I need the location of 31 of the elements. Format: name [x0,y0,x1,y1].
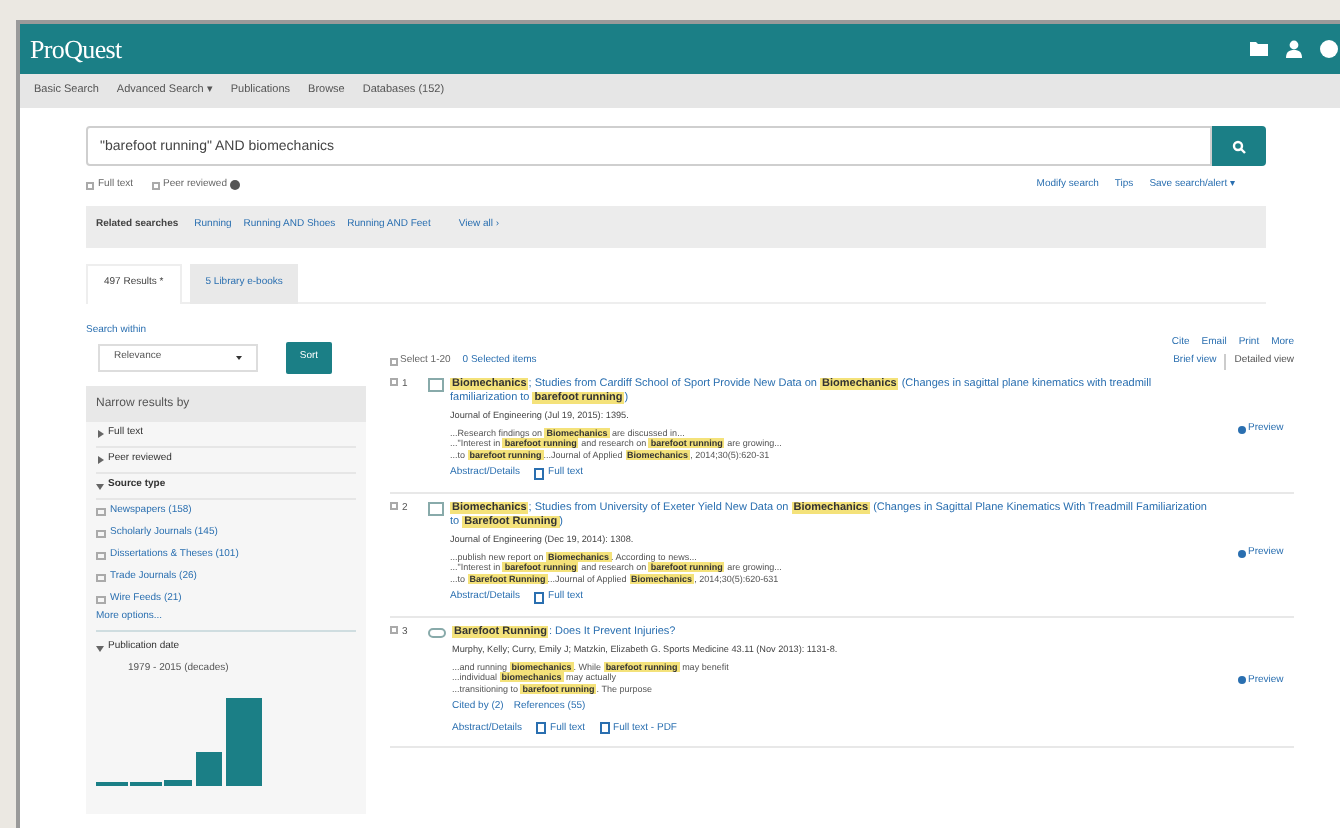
expand-icon[interactable] [96,456,104,464]
checkbox[interactable] [390,501,398,510]
document-icon [428,501,444,516]
source-type-icon [96,573,106,581]
checkbox[interactable] [151,181,160,190]
document-icon [428,378,444,392]
source-type-icon [96,507,106,515]
info-icon[interactable] [230,180,241,191]
journal-icon [428,627,446,638]
user-icon[interactable] [1286,40,1302,58]
search-icon [1232,139,1246,153]
search-button[interactable] [1212,126,1266,166]
source-type-icon [96,551,106,559]
checkbox[interactable] [86,181,94,190]
caret-icon [236,356,242,360]
logo[interactable]: ProQuest [30,29,122,69]
collapse-icon[interactable] [96,482,104,490]
document-icon [534,468,545,481]
preview-icon[interactable] [1238,549,1246,558]
source-type-icon [96,529,106,537]
checkbox[interactable] [390,378,398,386]
collapse-icon[interactable] [96,643,104,652]
document-icon [599,722,610,735]
source-type-icon [96,595,106,603]
expand-icon[interactable] [96,430,104,438]
preview-icon[interactable] [1238,676,1246,685]
document-icon [534,592,545,605]
checkbox[interactable] [390,625,398,634]
document-icon [536,722,547,735]
folder-icon[interactable] [1250,42,1268,56]
preview-icon[interactable] [1238,425,1246,434]
